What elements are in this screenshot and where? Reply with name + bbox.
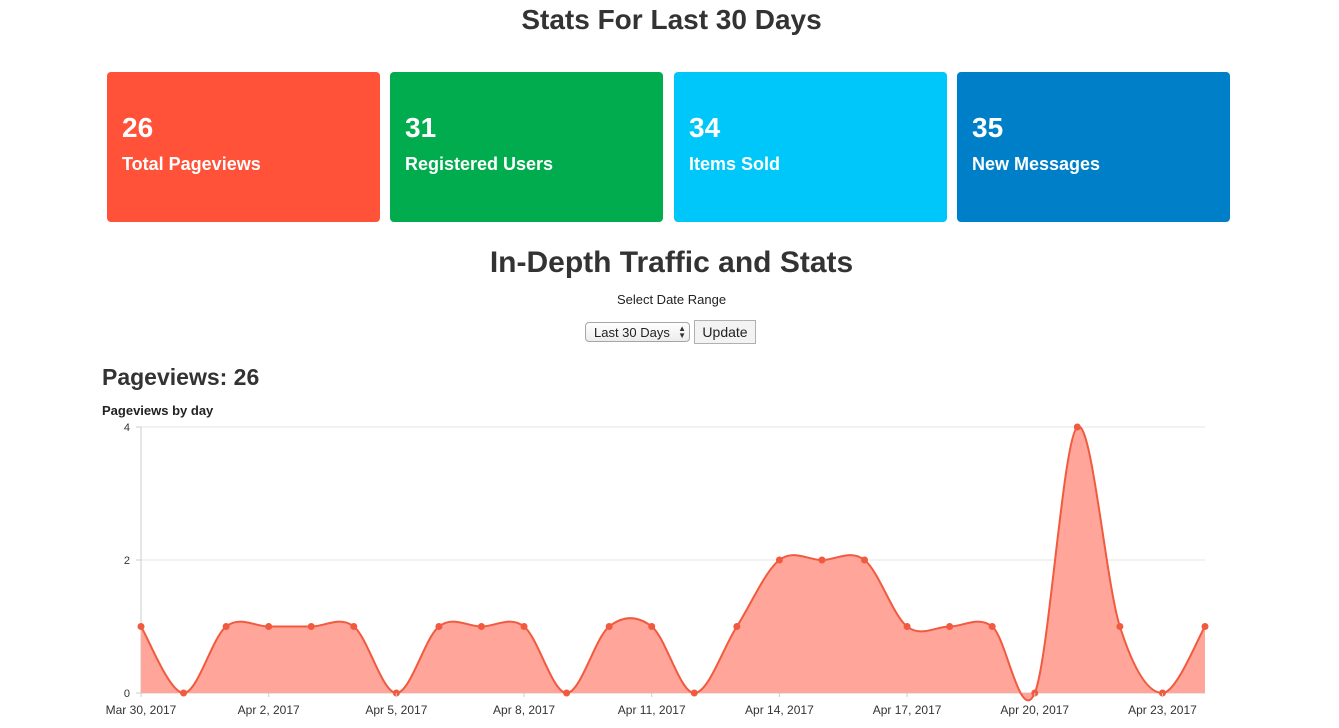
data-point [1201,623,1209,630]
pageviews-chart: 0 2 4 Mar 30, 2017 Apr 2, 2017 Apr 5, 2017 Apr… [106,422,1209,717]
data-point [946,623,954,630]
data-point [818,556,826,564]
data-point [137,623,145,630]
data-point [988,623,996,630]
x-tick-label: Apr 11, 2017 [618,703,686,717]
y-tick-label: 2 [124,555,130,567]
data-point [435,623,443,630]
data-point [265,623,273,630]
x-tick-label: Mar 30, 2017 [106,703,177,717]
data-point [1073,423,1081,431]
y-tick-label: 0 [124,688,130,700]
data-point [477,623,485,630]
data-point [605,623,613,630]
x-tick-label: Apr 8, 2017 [493,703,555,717]
data-point [350,623,358,630]
x-tick-label: Apr 5, 2017 [365,703,427,717]
data-point [648,623,656,630]
x-tick-label: Apr 17, 2017 [873,703,942,717]
data-point [563,689,571,697]
data-point [861,556,869,564]
data-point [903,623,911,630]
data-point [775,556,783,564]
data-point [1116,623,1124,630]
data-point [222,623,230,630]
y-tick-label: 4 [124,422,130,434]
data-point [733,623,741,630]
data-point [520,623,528,630]
pageviews-area [141,426,1205,701]
data-point [690,689,698,697]
x-tick-label: Apr 20, 2017 [1000,703,1069,717]
x-tick-label: Apr 23, 2017 [1128,703,1197,717]
data-point [307,623,315,630]
x-tick-label: Apr 14, 2017 [745,703,814,717]
data-point [180,689,188,697]
x-tick-label: Apr 2, 2017 [238,703,300,717]
